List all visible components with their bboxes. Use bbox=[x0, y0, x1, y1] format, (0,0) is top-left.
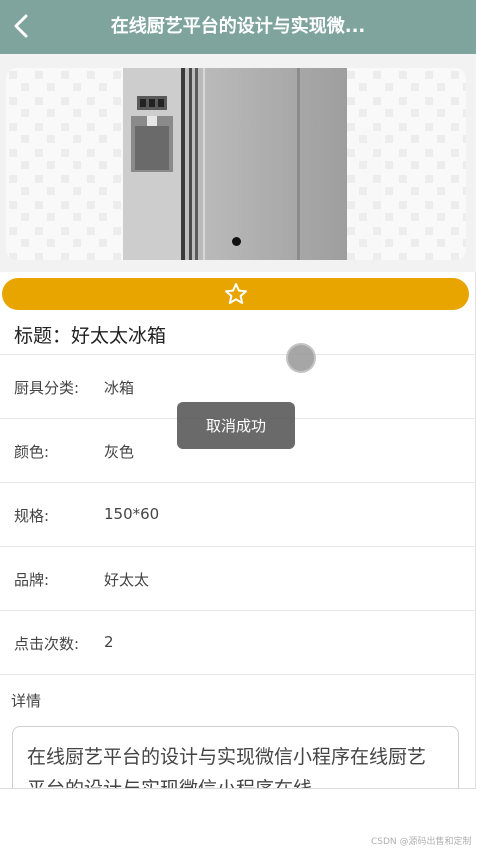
field-label: 厨具分类: bbox=[14, 379, 80, 397]
info-row-clicks: 点击次数: 2 bbox=[0, 611, 476, 675]
star-outline-icon bbox=[224, 283, 247, 304]
refrigerator-image bbox=[123, 68, 347, 260]
field-value: 冰箱 bbox=[104, 379, 135, 397]
divider bbox=[0, 674, 476, 675]
touch-indicator bbox=[286, 343, 316, 373]
field-label: 点击次数: bbox=[14, 635, 80, 653]
info-row-spec: 规格: 150*60 bbox=[0, 483, 476, 547]
favorite-button[interactable] bbox=[2, 278, 469, 310]
field-value: 灰色 bbox=[104, 443, 135, 461]
field-label: 规格: bbox=[14, 507, 50, 525]
app-screen: 在线厨艺平台的设计与实现微... 标题：好太太冰箱 厨具分类: 冰箱 颜色: 灰… bbox=[0, 0, 476, 852]
field-value: 2 bbox=[104, 633, 114, 651]
info-row-brand: 品牌: 好太太 bbox=[0, 547, 476, 611]
page-title: 在线厨艺平台的设计与实现微... bbox=[110, 16, 366, 37]
back-arrow-icon[interactable] bbox=[10, 12, 36, 40]
toast-message: 取消成功 bbox=[177, 402, 295, 449]
detail-label: 详情 bbox=[11, 692, 42, 710]
title-label: 标题： bbox=[14, 325, 72, 347]
product-title: 标题：好太太冰箱 bbox=[14, 322, 166, 350]
carousel-indicator[interactable] bbox=[232, 237, 241, 246]
field-label: 品牌: bbox=[14, 571, 50, 589]
watermark: CSDN @源码出售和定制 bbox=[371, 837, 472, 847]
navigation-bar: 在线厨艺平台的设计与实现微... bbox=[0, 0, 476, 54]
field-value: 好太太 bbox=[104, 571, 150, 589]
field-value: 150*60 bbox=[104, 505, 160, 523]
image-carousel[interactable] bbox=[0, 54, 476, 272]
title-value: 好太太冰箱 bbox=[71, 325, 167, 347]
field-label: 颜色: bbox=[14, 443, 50, 461]
carousel-slide[interactable] bbox=[6, 68, 466, 260]
